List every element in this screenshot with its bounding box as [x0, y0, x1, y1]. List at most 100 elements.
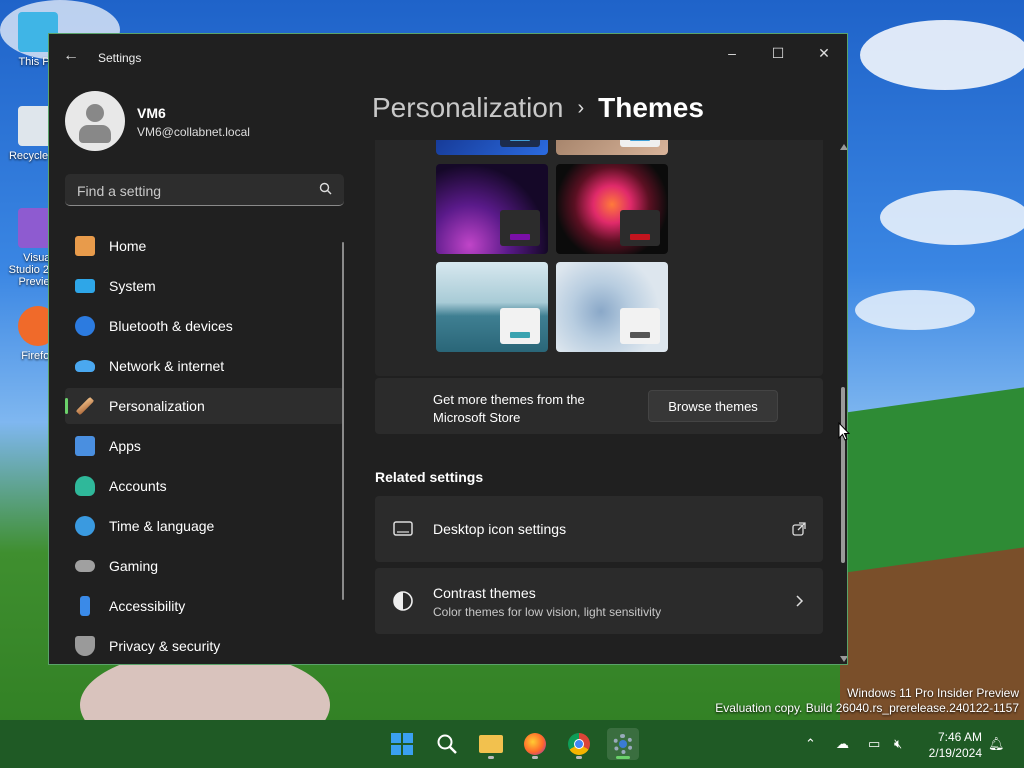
onedrive-icon[interactable]: ☁	[836, 736, 852, 752]
chrome-icon	[568, 733, 590, 755]
firefox-icon	[524, 733, 546, 755]
sidebar-item-time-language[interactable]: Time & language	[65, 508, 344, 544]
avatar[interactable]	[65, 91, 125, 151]
sidebar-item-label: Accessibility	[109, 598, 186, 614]
sidebar-item-apps[interactable]: Apps	[65, 428, 344, 464]
sidebar-item-label: Gaming	[109, 558, 159, 574]
theme-accent-swatch	[510, 234, 530, 240]
sidebar-item-label: Apps	[109, 438, 141, 454]
file-explorer-button[interactable]	[475, 728, 507, 760]
back-button[interactable]: ←	[61, 46, 81, 66]
breadcrumb: Personalization › Themes	[372, 92, 704, 124]
system-icon	[75, 279, 95, 293]
accessibility-icon	[80, 596, 90, 616]
profile-email: VM6@collabnet.local	[137, 125, 250, 139]
sidebar-item-label: Home	[109, 238, 147, 254]
apps-icon	[75, 436, 95, 456]
sidebar-item-label: Network & internet	[109, 358, 225, 374]
scrollbar-thumb[interactable]	[841, 387, 845, 563]
sidebar-item-personalization[interactable]: Personalization	[65, 388, 344, 424]
title-bar[interactable]: ← Settings – ☐ ✕	[49, 34, 847, 78]
theme-thumbnail-bloom-light[interactable]	[556, 262, 668, 352]
taskbar-search-button[interactable]	[431, 728, 463, 760]
content-area: Get more themes from the Microsoft Store…	[375, 140, 823, 664]
desktop-icon-settings-card[interactable]: Desktop icon settings	[375, 496, 823, 562]
contrast-themes-card[interactable]: Contrast themes Color themes for low vis…	[375, 568, 823, 634]
get-more-themes-text: Get more themes from the Microsoft Store	[433, 392, 585, 425]
globe-clock-icon	[75, 516, 95, 536]
sidebar-item-home[interactable]: Home	[65, 228, 344, 264]
settings-window: ← Settings – ☐ ✕ VM6 VM6@collabnet.local…	[48, 33, 848, 665]
mouse-cursor-icon	[838, 422, 850, 441]
chevron-right-icon	[796, 595, 804, 607]
scroll-up-arrow[interactable]	[840, 144, 847, 150]
close-button[interactable]: ✕	[801, 38, 847, 68]
content-scrollbar[interactable]	[838, 142, 847, 664]
open-external-icon	[792, 522, 806, 536]
clock-date: 2/19/2024	[928, 746, 982, 760]
search-input[interactable]	[75, 180, 309, 202]
sidebar-item-label: Bluetooth & devices	[109, 318, 233, 334]
sidebar-item-accounts[interactable]: Accounts	[65, 468, 344, 504]
wifi-icon	[75, 360, 95, 372]
desktop-icon-settings-label: Desktop icon settings	[433, 521, 567, 537]
start-button[interactable]	[386, 728, 418, 760]
sidebar-item-network[interactable]: Network & internet	[65, 348, 344, 384]
firefox-button[interactable]	[519, 728, 551, 760]
chrome-button[interactable]	[563, 728, 595, 760]
volume-muted-icon[interactable]: 🔇︎	[894, 736, 910, 752]
system-clock[interactable]: 7:46 AM 2/19/2024	[929, 729, 982, 761]
build-watermark: Windows 11 Pro Insider Preview Evaluatio…	[715, 686, 1019, 715]
theme-gallery	[375, 140, 823, 376]
contrast-themes-label: Contrast themes	[433, 585, 536, 601]
contrast-icon	[393, 591, 413, 611]
taskbar: ⌃ ☁ ▭ 🔇︎ 7:46 AM 2/19/2024 🔔︎	[0, 720, 1024, 768]
sidebar-scrollbar[interactable]	[342, 242, 344, 600]
toy-block-green	[845, 387, 1024, 573]
theme-thumbnail-top-left[interactable]	[436, 140, 548, 155]
chevron-up-icon[interactable]: ⌃	[805, 736, 821, 752]
get-more-themes-card: Get more themes from the Microsoft Store…	[375, 378, 823, 434]
scroll-down-arrow[interactable]	[840, 656, 847, 662]
brush-icon	[75, 396, 95, 416]
file-explorer-icon	[479, 735, 503, 753]
start-icon	[391, 733, 413, 755]
sidebar-item-label: Time & language	[109, 518, 215, 534]
search-icon[interactable]	[318, 181, 334, 197]
clock-time: 7:46 AM	[937, 730, 982, 744]
breadcrumb-parent[interactable]: Personalization	[372, 92, 563, 123]
sidebar-item-privacy[interactable]: Privacy & security	[65, 628, 344, 664]
related-settings-heading: Related settings	[375, 469, 484, 485]
sidebar-item-label: Privacy & security	[109, 638, 221, 654]
sidebar-item-system[interactable]: System	[65, 268, 344, 304]
network-icon[interactable]: ▭	[868, 736, 884, 752]
sidebar-item-bluetooth[interactable]: Bluetooth & devices	[65, 308, 344, 344]
settings-taskbar-button[interactable]	[607, 728, 639, 760]
theme-thumbnail-top-right[interactable]	[556, 140, 668, 155]
page-title: Themes	[598, 92, 704, 123]
shield-icon	[75, 636, 95, 656]
contrast-themes-description: Color themes for low vision, light sensi…	[433, 605, 662, 619]
minimize-button[interactable]: –	[709, 38, 755, 68]
sidebar-item-gaming[interactable]: Gaming	[65, 548, 344, 584]
profile-name: VM6	[137, 105, 166, 121]
theme-accent-swatch	[630, 332, 650, 338]
search-icon	[437, 734, 457, 754]
theme-accent-swatch	[630, 234, 650, 240]
accounts-icon	[75, 476, 95, 496]
settings-icon	[613, 734, 633, 754]
browse-themes-button[interactable]: Browse themes	[648, 390, 778, 422]
home-icon	[75, 236, 95, 256]
sidebar-item-label: Personalization	[109, 398, 205, 414]
maximize-button[interactable]: ☐	[755, 38, 801, 68]
search-box[interactable]	[65, 174, 344, 206]
theme-accent-swatch	[510, 332, 530, 338]
app-title: Settings	[98, 51, 142, 65]
bluetooth-icon	[75, 316, 95, 336]
theme-thumbnail-glow[interactable]	[436, 164, 548, 254]
sidebar-item-accessibility[interactable]: Accessibility	[65, 588, 344, 624]
notifications-bell-icon[interactable]: 🔔︎	[988, 736, 1005, 752]
desktop-icon	[393, 521, 413, 536]
theme-thumbnail-captured-motion[interactable]	[436, 262, 548, 352]
theme-thumbnail-flow[interactable]	[556, 164, 668, 254]
